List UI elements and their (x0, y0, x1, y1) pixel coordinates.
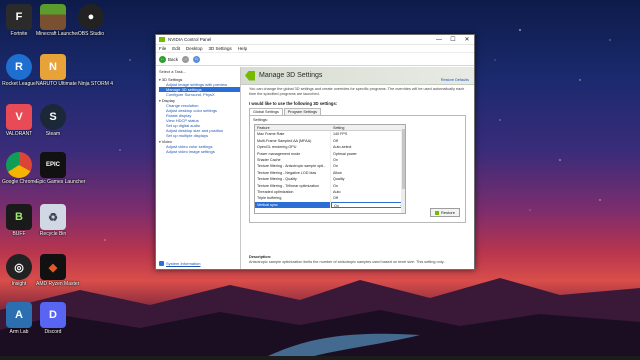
desktop-icon-rocket-league[interactable]: R Rocket League (2, 54, 36, 88)
desktop-icon-buff[interactable]: B BUFF (2, 204, 36, 238)
fortnite-icon: F (6, 4, 32, 30)
settings-prompt: I would like to use the following 3D set… (249, 101, 338, 106)
window-title: NVIDIA Control Panel (168, 37, 212, 42)
nvidia-small-icon (434, 210, 439, 215)
tab-global-settings[interactable]: Global Settings (249, 108, 283, 115)
recycle-bin-icon: ♻ (40, 204, 66, 230)
description-label: Description: (249, 255, 272, 259)
task-pane: Select a Task... 3D Settings Adjust imag… (156, 67, 241, 269)
settings-label: Settings: (253, 118, 268, 122)
tree-item-configure-surround[interactable]: Configure Surround, PhysX (159, 92, 240, 97)
settings-panel: Settings: Feature Setting Max Frame Rate… (249, 115, 466, 223)
naruto-icon: N (40, 54, 66, 80)
intro-text: You can change the global 3D settings an… (249, 87, 465, 96)
menu-3d-settings[interactable]: 3D Settings (209, 46, 232, 51)
arm-lab-icon: A (6, 302, 32, 328)
table-row-selected[interactable]: Vertical sync On (255, 201, 405, 209)
taskbar[interactable] (0, 356, 640, 360)
back-arrow-icon: ← (159, 55, 166, 63)
grid-scrollbar[interactable] (401, 125, 405, 213)
description-text: Anisotropic sample optimization limits t… (249, 260, 447, 264)
buff-icon: B (6, 204, 32, 230)
desktop-icon-steam[interactable]: S Steam (36, 104, 70, 138)
nvidia-logo-icon (159, 37, 165, 42)
menu-file[interactable]: File (159, 46, 166, 51)
close-button[interactable]: ✕ (460, 35, 474, 45)
desktop-icon-chrome[interactable]: Google Chrome (2, 152, 37, 186)
info-icon (159, 261, 164, 266)
desktop-icon-ryzen-master[interactable]: ◆ AMD Ryzen Master (36, 254, 79, 288)
desktop-icon-minecraft[interactable]: Minecraft Launcher (36, 4, 79, 38)
steam-icon: S (40, 104, 66, 130)
desktop-icon-naruto[interactable]: N NARUTO Ultimate Ninja STORM 4 (36, 54, 113, 88)
amd-ryzen-icon: ◆ (40, 254, 66, 280)
desktop-icon-valorant[interactable]: V VALORANT (2, 104, 36, 138)
settings-grid: Feature Setting Max Frame Rate 140 FPS Mu… (254, 124, 406, 214)
menu-desktop[interactable]: Desktop (186, 46, 203, 51)
desktop-icon-arm-lab[interactable]: A Arm Lab (2, 302, 36, 336)
back-button[interactable]: ← Back (159, 55, 178, 63)
desktop-icon-discord[interactable]: D Discord (36, 302, 70, 336)
desktop-icon-obs[interactable]: ● OBS Studio (74, 4, 108, 38)
minecraft-grass-icon (40, 4, 66, 30)
description-section: Description: Anisotropic sample optimiza… (249, 255, 466, 265)
desktop-icon-fortnite[interactable]: F Fortnite (2, 4, 36, 38)
menu-bar: File Edit Desktop 3D Settings Help (156, 45, 474, 53)
home-button[interactable]: ⌂ (193, 55, 201, 63)
tree-item-video-image[interactable]: Adjust video image settings (159, 149, 240, 154)
menu-edit[interactable]: Edit (172, 46, 180, 51)
task-tree: 3D Settings Adjust image settings with p… (156, 77, 240, 154)
tab-program-settings[interactable]: Program Settings (283, 108, 322, 115)
obs-icon: ● (78, 4, 104, 30)
select-task-label: Select a Task... (159, 69, 187, 74)
feature-cell: Vertical sync (255, 201, 331, 209)
setting-dropdown[interactable]: On (331, 201, 405, 209)
content-pane: Manage 3D Settings Restore Defaults You … (241, 67, 474, 269)
discord-icon: D (40, 302, 66, 328)
page-title: Manage 3D Settings (259, 72, 323, 79)
desktop-icon-recycle-bin[interactable]: ♻ Recycle Bin (36, 204, 70, 238)
desktop-icon-epic[interactable]: EPIC Epic Games Launcher (36, 152, 85, 186)
minimize-button[interactable]: — (432, 35, 446, 45)
rocket-league-icon: R (6, 54, 32, 80)
page-header: Manage 3D Settings (241, 67, 474, 85)
epic-games-icon: EPIC (40, 152, 66, 178)
toolbar: ← Back → ⌂ (156, 53, 474, 66)
nvidia-control-panel-window: NVIDIA Control Panel — ☐ ✕ File Edit Des… (155, 34, 475, 270)
title-bar[interactable]: NVIDIA Control Panel — ☐ ✕ (156, 35, 474, 45)
scrollbar-thumb[interactable] (401, 129, 405, 189)
maximize-button[interactable]: ☐ (446, 35, 460, 45)
system-information-link[interactable]: System Information (159, 261, 200, 266)
desktop-icon-insight[interactable]: ◎ Insight (2, 254, 36, 288)
tree-item-multiple-displays[interactable]: Set up multiple displays (159, 133, 240, 138)
forward-button[interactable]: → (182, 55, 190, 63)
restore-defaults-link[interactable]: Restore Defaults (441, 78, 469, 82)
settings-tabs: Global Settings Program Settings (249, 108, 474, 115)
menu-help[interactable]: Help (238, 46, 247, 51)
feature-column-header: Feature (255, 125, 331, 131)
valorant-icon: V (6, 104, 32, 130)
setting-column-header: Setting (333, 126, 345, 130)
chrome-icon (6, 152, 32, 178)
nvidia-header-icon (245, 70, 255, 81)
insight-icon: ◎ (6, 254, 32, 280)
restore-button[interactable]: Restore (429, 208, 460, 217)
